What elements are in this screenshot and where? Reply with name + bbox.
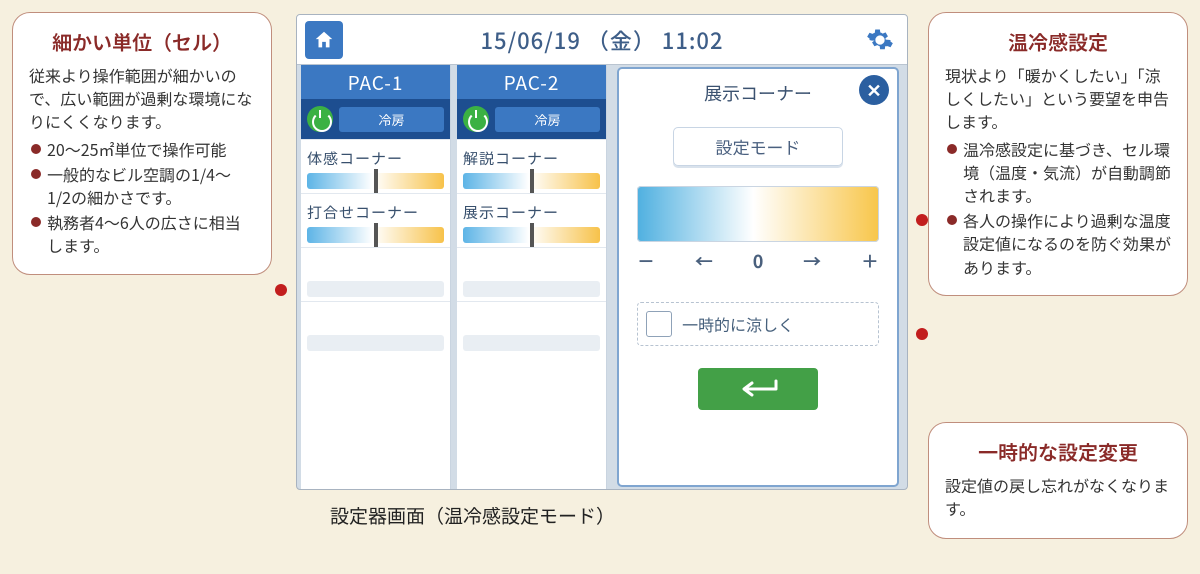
close-icon: ✕ [866,77,881,103]
unit-status-row: 冷房 [457,99,606,139]
annotation-thermal: 温冷感設定 現状より「暖かくしたい」「涼しくしたい」という要望を申告します。 温… [928,12,1188,296]
zone-label [463,256,600,277]
annotation-title: 温冷感設定 [945,27,1171,56]
confirm-button[interactable] [698,368,818,410]
zone-cell-empty [457,301,606,355]
thermal-setting-panel: 展示コーナー ✕ 設定モード － ← 0 → ＋ 一時的に涼しく [617,67,899,487]
comfort-slider[interactable] [307,227,444,243]
annotation-title: 細かい単位（セル） [29,27,255,56]
gear-icon [866,26,894,54]
clock-text: 15/06/19 （金） 11:02 [351,24,853,56]
power-button[interactable] [307,106,333,132]
unit-column: PAC-1 冷房 体感コーナー 打合せコーナー [301,65,451,489]
zone-cell[interactable]: 打合せコーナー [301,193,450,247]
zone-cell[interactable]: 体感コーナー [301,139,450,193]
zone-cell-empty [301,301,450,355]
close-button[interactable]: ✕ [859,75,889,105]
annotation-lead: 従来より操作範囲が細かいので、広い範囲が過剰な環境になりにくくなります。 [29,64,255,134]
zone-label [307,310,444,331]
annotation-bullet: 執務者4～6人の広さに相当します。 [29,211,255,257]
tick: － [637,248,655,274]
tick: ＋ [861,248,879,274]
figure-caption: 設定器画面（温冷感設定モード） [330,502,615,529]
enter-icon [736,377,780,401]
annotation-bullet: 一般的なビル空調の1/4～1/2の細かさです。 [29,163,255,209]
annotation-title: 一時的な設定変更 [945,437,1171,466]
annotation-bullet: 各人の操作により過剰な温度設定値になるのを防ぐ効果があります。 [945,209,1171,279]
comfort-slider[interactable] [463,173,600,189]
annotation-lead: 設定値の戻し忘れがなくなります。 [945,474,1171,520]
annotation-lead: 現状より「暖かくしたい」「涼しくしたい」という要望を申告します。 [945,64,1171,134]
callout-dot [916,328,928,340]
panel-title: 展示コーナー [704,80,812,106]
zone-cell[interactable]: 解説コーナー [457,139,606,193]
annotation-bullet: 温冷感設定に基づき、セル環境（温度・気流）が自動調節されます。 [945,138,1171,208]
comfort-slider[interactable] [307,173,444,189]
annotation-bullet: 20～25㎡単位で操作可能 [29,138,255,161]
comfort-slider [463,281,600,297]
mode-button[interactable]: 設定モード [673,127,843,166]
temporary-override-row[interactable]: 一時的に涼しく [637,302,879,346]
zone-cell-empty [301,247,450,301]
slider-ticks: － ← 0 → ＋ [637,248,879,274]
annotation-cell-unit: 細かい単位（セル） 従来より操作範囲が細かいので、広い範囲が過剰な環境になりにく… [12,12,272,275]
override-checkbox[interactable] [646,311,672,337]
thermal-slider[interactable] [637,186,879,242]
zone-label: 体感コーナー [307,148,444,169]
callout-dot [275,284,287,296]
annotation-temporary: 一時的な設定変更 設定値の戻し忘れがなくなります。 [928,422,1188,539]
callout-dot [916,214,928,226]
comfort-slider[interactable] [463,227,600,243]
unit-header: PAC-2 [457,65,606,99]
unit-column: PAC-2 冷房 解説コーナー 展示コーナー [457,65,607,489]
home-icon [313,29,335,51]
tick: 0 [753,248,764,274]
unit-status-row: 冷房 [301,99,450,139]
zone-cell-empty [457,247,606,301]
zone-label: 打合せコーナー [307,202,444,223]
zone-label: 解説コーナー [463,148,600,169]
mode-chip[interactable]: 冷房 [495,107,600,132]
settings-button[interactable] [861,21,899,59]
tick: → [803,248,821,274]
mode-chip[interactable]: 冷房 [339,107,444,132]
tick: ← [695,248,713,274]
zone-label [307,256,444,277]
zone-label: 展示コーナー [463,202,600,223]
comfort-slider [463,335,600,351]
comfort-slider [307,281,444,297]
home-button[interactable] [305,21,343,59]
override-label: 一時的に涼しく [682,312,794,336]
zone-cell[interactable]: 展示コーナー [457,193,606,247]
comfort-slider [307,335,444,351]
zone-label [463,310,600,331]
power-button[interactable] [463,106,489,132]
unit-header: PAC-1 [301,65,450,99]
status-bar: 15/06/19 （金） 11:02 [297,15,907,65]
thermostat-screen: 15/06/19 （金） 11:02 PAC-1 冷房 体感コーナー 打合せコー… [296,14,908,490]
